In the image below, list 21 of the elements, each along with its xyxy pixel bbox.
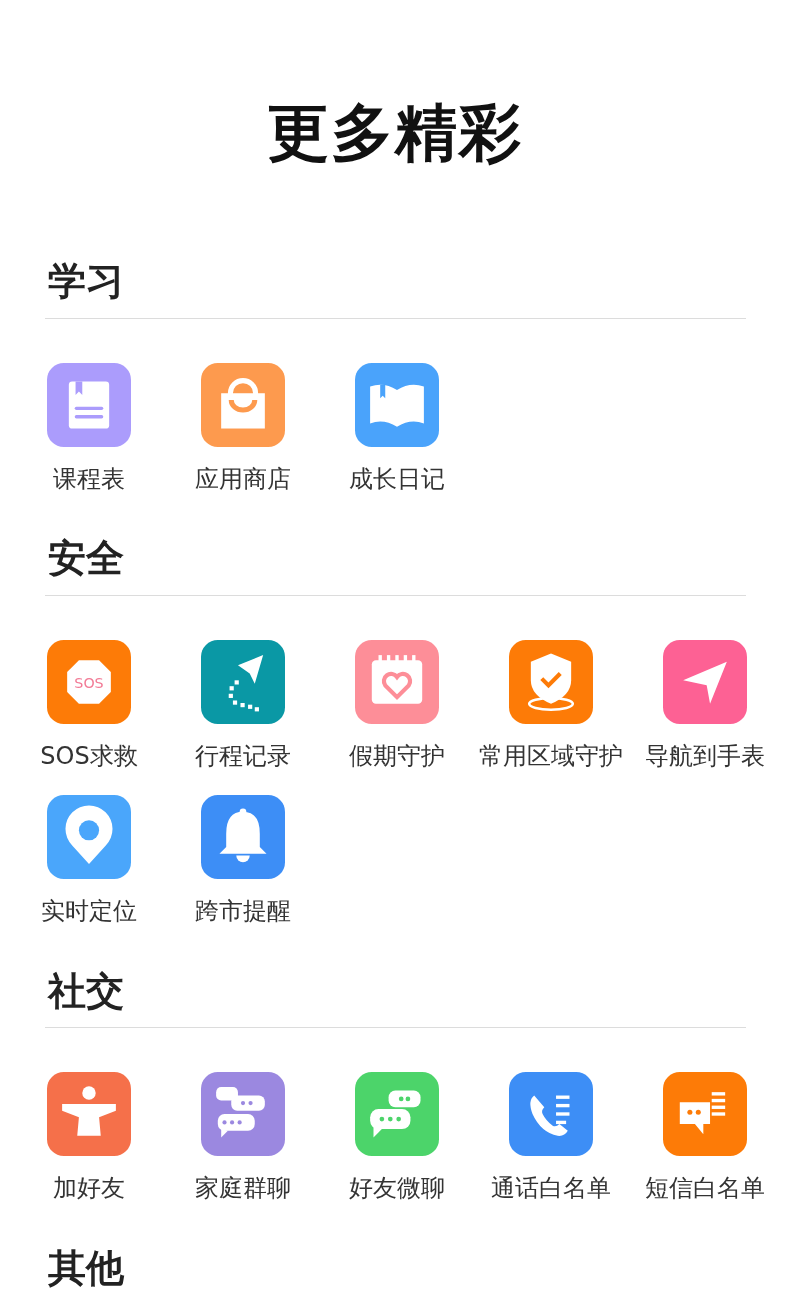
app-shortcut[interactable]: 成长日记 bbox=[320, 362, 474, 494]
page-title: 更多精彩 bbox=[266, 102, 524, 164]
app-shortcut[interactable]: 跨市提醒 bbox=[166, 794, 320, 926]
app-shortcut[interactable]: SOS SOS求救 bbox=[12, 640, 166, 771]
app-shortcut[interactable]: 短信白名单 bbox=[628, 1072, 782, 1204]
section-heading: 学习 bbox=[48, 260, 125, 304]
app-shortcut[interactable]: 行程记录 bbox=[166, 640, 320, 771]
sos-icon: SOS bbox=[47, 640, 131, 725]
app-shortcut[interactable]: 导航到手表 bbox=[628, 640, 782, 771]
app-shortcut[interactable]: 实时定位 bbox=[12, 794, 166, 926]
app-shortcut[interactable]: 家庭群聊 bbox=[166, 1072, 320, 1204]
app-shortcut[interactable]: 应用商店 bbox=[166, 362, 320, 494]
app-shortcut[interactable]: 假期守护 bbox=[320, 640, 474, 771]
section-heading: 其他 bbox=[48, 1247, 125, 1291]
app-shortcut[interactable]: 加好友 bbox=[12, 1072, 166, 1204]
app-shortcut[interactable]: 常用区域守护 bbox=[474, 640, 628, 771]
app-shortcut[interactable]: 课程表 bbox=[12, 362, 166, 494]
app-shortcut[interactable]: 好友微聊 bbox=[320, 1072, 474, 1204]
section-heading: 社交 bbox=[48, 969, 125, 1014]
section-heading: 安全 bbox=[48, 537, 125, 582]
app-shortcut[interactable]: 通话白名单 bbox=[474, 1072, 628, 1204]
